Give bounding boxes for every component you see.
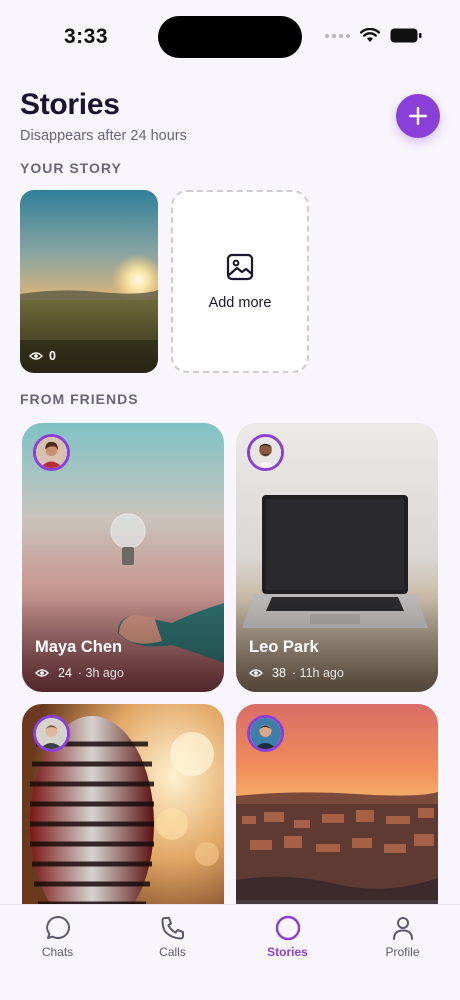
friend-meta: 38 · 11h ago [249,666,344,680]
section-label-from-friends: FROM FRIENDS [20,391,139,407]
avatar [33,434,70,471]
page-subtitle: Disappears after 24 hours [20,128,187,144]
status-icons [325,28,422,43]
friend-story-card[interactable]: Maya Chen 24 · 3h ago [22,423,224,692]
tab-stories[interactable]: Stories [230,905,345,1000]
cellular-signal-icon [325,33,350,38]
image-icon [226,253,254,280]
friend-view-count: 38 [272,666,286,680]
tab-label: Stories [267,945,308,959]
add-more-label: Add more [208,294,272,311]
tab-label: Calls [159,945,186,959]
battery-icon [390,28,422,43]
tab-chats[interactable]: Chats [0,905,115,1000]
my-story-card[interactable]: 0 [20,190,158,373]
friend-time-ago: · 11h ago [291,666,344,680]
friend-name: Maya Chen [35,638,123,656]
tab-label: Profile [385,945,420,959]
chat-bubble-icon [45,916,70,939]
friend-story-card[interactable]: Leo Park 38 · 11h ago [236,423,438,692]
friend-meta: 24 · 3h ago [35,666,124,680]
tab-profile[interactable]: Profile [345,905,460,1000]
phone-icon [161,917,184,940]
status-time: 3:33 [64,25,109,48]
sunset-field-photo [20,190,158,373]
tab-bar: Chats Calls Stories Profile [0,904,460,1000]
section-label-your-story: YOUR STORY [20,160,122,176]
eye-icon [249,669,263,677]
tab-label: Chats [41,945,74,959]
add-story-button[interactable] [396,94,440,138]
header: Stories Disappears after 24 hours [20,88,187,144]
avatar [247,715,284,752]
eye-icon [29,352,43,360]
plus-icon [408,106,428,126]
add-more-card[interactable]: Add more [171,190,309,373]
page-title: Stories [20,88,120,121]
my-story-view-count: 0 [49,349,56,363]
dynamic-island [158,16,302,58]
friend-time-ago: · 3h ago [77,666,124,680]
tab-calls[interactable]: Calls [115,905,230,1000]
avatar [33,715,70,752]
person-icon [392,917,413,940]
eye-icon [35,669,49,677]
wifi-icon [360,28,380,42]
circle-icon [275,915,300,941]
status-bar: 3:33 [0,0,460,75]
avatar [247,434,284,471]
my-story-views: 0 [29,349,56,363]
friend-view-count: 24 [58,666,72,680]
friend-name: Leo Park [249,638,319,656]
